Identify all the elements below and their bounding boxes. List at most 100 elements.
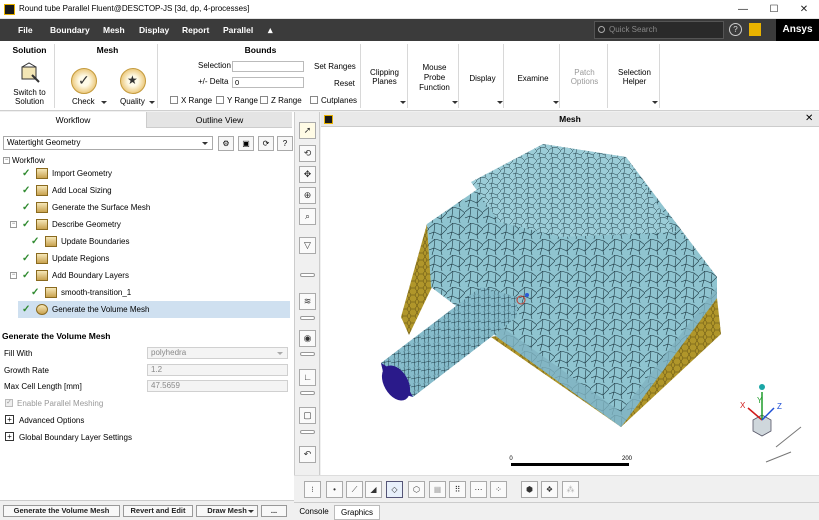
select-point-icon[interactable]: ⁝ <box>304 481 321 498</box>
revert-and-edit-button[interactable]: Revert and Edit <box>123 505 193 517</box>
check-mesh-icon[interactable]: ✓ <box>71 68 97 94</box>
pan-icon[interactable]: ✥ <box>299 166 316 183</box>
fill-with-value: polyhedra <box>151 348 187 357</box>
display-button[interactable]: Display <box>462 44 504 108</box>
collapse-boundary-layers-icon[interactable]: − <box>10 272 17 279</box>
select-node-icon[interactable]: • <box>326 481 343 498</box>
graphics-viewport[interactable]: 0 200 X Y Z <box>321 127 819 475</box>
workflow-type-select[interactable]: Watertight Geometry <box>3 136 213 150</box>
tab-outline-view[interactable]: Outline View <box>146 112 292 128</box>
workflow-load-icon[interactable]: ⚙ <box>218 136 234 151</box>
ribbon-mesh-header: Mesh <box>96 45 119 55</box>
task-add-local-sizing[interactable]: ✓ Add Local Sizing <box>0 182 294 199</box>
check-mesh-button[interactable]: Check <box>72 97 95 106</box>
draw-mesh-button[interactable]: Draw Mesh <box>196 505 258 517</box>
switch-to-solution-label-2[interactable]: Solution <box>5 97 54 106</box>
task-update-regions[interactable]: ✓ Update Regions <box>0 250 294 267</box>
global-bl-settings-label[interactable]: Global Boundary Layer Settings <box>19 433 132 442</box>
tab-graphics[interactable]: Graphics <box>334 505 380 520</box>
task-describe-geometry[interactable]: − ✓ Describe Geometry <box>0 216 294 233</box>
task-generate-volume-mesh[interactable]: ✓ Generate the Volume Mesh <box>18 301 290 318</box>
select-cell-icon[interactable]: ⬡ <box>408 481 425 498</box>
menu-mesh[interactable]: Mesh <box>103 19 125 41</box>
mesh-display-icon[interactable]: ◉ <box>299 330 316 347</box>
task-smooth-transition[interactable]: ✓ smooth-transition_1 <box>0 284 294 301</box>
expand-global-bl-settings-icon[interactable]: + <box>5 432 14 441</box>
help-icon[interactable]: ? <box>729 23 742 36</box>
z-range-checkbox[interactable] <box>260 96 268 104</box>
expand-advanced-options-icon[interactable]: + <box>5 415 14 424</box>
advanced-options-label[interactable]: Advanced Options <box>19 416 84 425</box>
fit-to-window-icon[interactable]: ≋ <box>299 293 316 310</box>
workflow-help-icon[interactable]: ? <box>277 136 293 151</box>
selection-input[interactable] <box>232 61 304 72</box>
menu-parallel[interactable]: Parallel <box>223 19 253 41</box>
menu-boundary[interactable]: Boundary <box>50 19 90 41</box>
title-bar: Round tube Parallel Fluent@DESCTOP-JS [3… <box>0 0 819 19</box>
examine-dropdown-icon[interactable] <box>553 101 559 104</box>
select-line-icon[interactable]: ⋯ <box>470 481 487 498</box>
close-window-button[interactable]: ✕ <box>789 0 819 19</box>
cutplanes-checkbox[interactable] <box>310 96 318 104</box>
quality-dropdown-icon[interactable] <box>149 101 155 104</box>
close-graphics-icon[interactable]: ✕ <box>805 113 813 124</box>
selection-helper-dropdown-icon[interactable] <box>652 101 658 104</box>
menu-display[interactable]: Display <box>139 19 169 41</box>
zoom-icon[interactable]: ⊕ <box>299 187 316 204</box>
switch-to-solution-label-1[interactable]: Switch to <box>5 88 54 97</box>
display-dropdown-icon[interactable] <box>497 101 503 104</box>
maximize-button[interactable]: ☐ <box>759 0 789 19</box>
workbench-icon[interactable] <box>749 23 761 36</box>
examine-button[interactable]: Examine <box>507 44 560 108</box>
workflow-refresh-icon[interactable]: ⟳ <box>258 136 274 151</box>
clipping-dropdown-icon[interactable] <box>400 101 406 104</box>
menu-file[interactable]: File <box>18 19 33 41</box>
tab-console[interactable]: Console <box>296 505 332 520</box>
switch-to-solution-icon[interactable] <box>19 61 41 83</box>
collapse-describe-geometry-icon[interactable]: − <box>10 221 17 228</box>
view-window-icon[interactable]: ▢ <box>299 407 316 424</box>
mouse-probe-label-1: Mouse <box>422 63 447 72</box>
task-generate-surface-mesh[interactable]: ✓ Generate the Surface Mesh <box>0 199 294 216</box>
selection-helper-button[interactable]: Selection Helper <box>610 44 660 108</box>
axes-icon[interactable]: ∟ <box>299 369 316 386</box>
select-polygon-icon[interactable]: ◇ <box>386 481 403 498</box>
select-group-icon[interactable]: ❖ <box>541 481 558 498</box>
zoom-to-area-icon[interactable]: ⌕ <box>299 208 316 225</box>
probe-icon[interactable]: ▽ <box>299 237 316 254</box>
rotate-arrow-icon <box>775 426 802 448</box>
x-range-checkbox[interactable] <box>170 96 178 104</box>
task-add-boundary-layers[interactable]: − ✓ Add Boundary Layers <box>0 267 294 284</box>
set-ranges-button[interactable]: Set Ranges <box>314 62 356 71</box>
undo-view-icon[interactable]: ↶ <box>299 446 316 463</box>
tab-workflow[interactable]: Workflow <box>0 112 146 128</box>
select-region-icon[interactable]: ⬢ <box>521 481 538 498</box>
mesh-quality-button[interactable]: Quality <box>120 97 145 106</box>
check-dropdown-icon[interactable] <box>101 101 107 104</box>
select-edge-icon[interactable]: ⟋ <box>346 481 363 498</box>
axis-triad: X Y Z <box>740 384 782 437</box>
pointer-icon[interactable]: ➚ <box>299 122 316 139</box>
collapse-workflow-icon[interactable]: − <box>3 157 10 164</box>
y-range-checkbox[interactable] <box>216 96 224 104</box>
reset-bounds-button[interactable]: Reset <box>334 79 355 88</box>
collapse-ribbon-icon[interactable]: ▴ <box>268 19 273 41</box>
select-face-icon[interactable]: ◢ <box>365 481 382 498</box>
task-import-geometry[interactable]: ✓ Import Geometry <box>0 165 294 182</box>
task-update-boundaries[interactable]: ✓ Update Boundaries <box>0 233 294 250</box>
rotate-icon[interactable]: ⟲ <box>299 145 316 162</box>
menu-report[interactable]: Report <box>182 19 209 41</box>
mouse-probe-dropdown-icon[interactable] <box>452 101 458 104</box>
quick-search-input[interactable]: Quick Search <box>594 21 724 39</box>
mesh-quality-icon[interactable]: ★ <box>120 68 146 94</box>
volume-mesh-icon <box>36 304 48 315</box>
more-actions-button[interactable]: ... <box>261 505 287 517</box>
select-grid-icon[interactable]: ⠿ <box>449 481 466 498</box>
mouse-probe-function-button[interactable]: Mouse Probe Function <box>411 44 459 108</box>
workflow-save-icon[interactable]: ▣ <box>238 136 254 151</box>
minimize-button[interactable]: — <box>728 0 758 19</box>
generate-volume-mesh-button[interactable]: Generate the Volume Mesh <box>3 505 120 517</box>
clipping-planes-button[interactable]: Clipping Planes <box>362 44 408 108</box>
select-pattern-icon[interactable]: ⁘ <box>490 481 507 498</box>
delta-input[interactable]: 0 <box>232 77 304 88</box>
